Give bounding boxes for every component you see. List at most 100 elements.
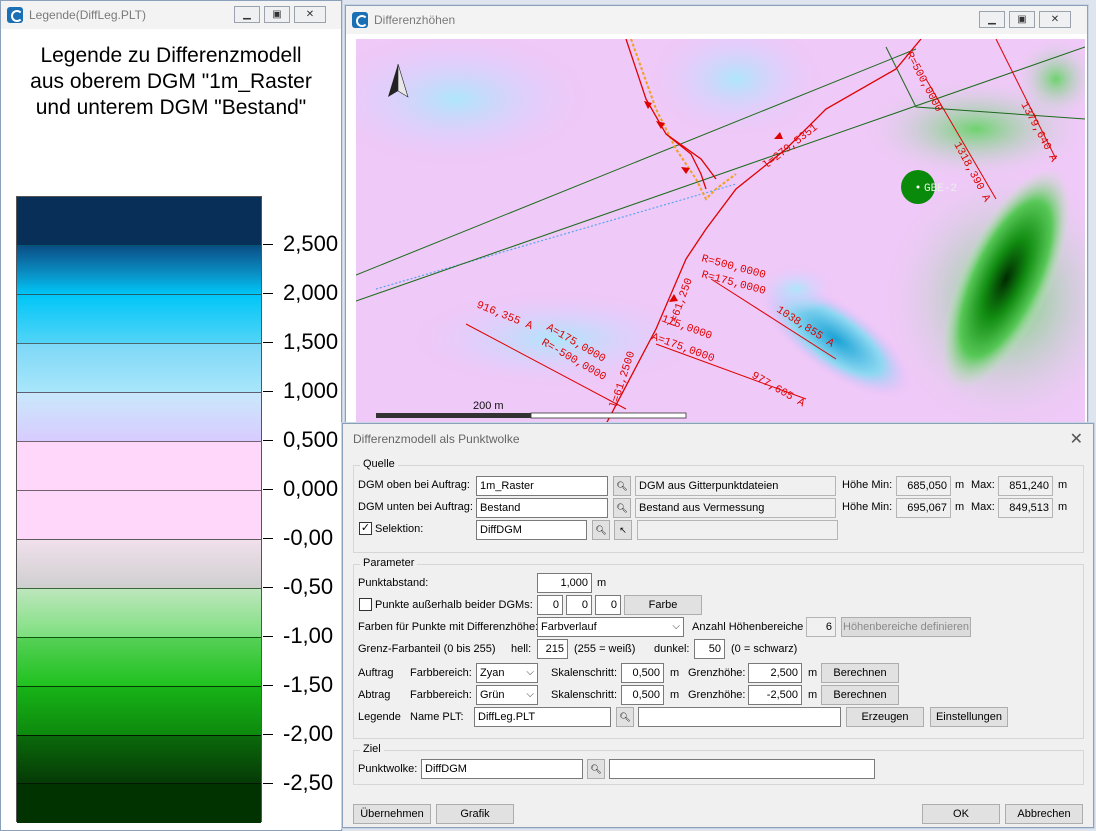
legend-tick <box>263 538 273 539</box>
farben-label: Farben für Punkte mit Differenzhöhe: <box>358 621 539 633</box>
quelle-label: Quelle <box>360 458 398 470</box>
quelle-group: Quelle DGM oben bei Auftrag: 1m_Raster 🔍… <box>353 458 1084 553</box>
auftrag-farbbereich-select[interactable]: Zyan ⌵ <box>476 663 538 683</box>
grafik-button[interactable]: Grafik <box>436 804 514 824</box>
legend-value-label: -1,50 <box>283 674 334 696</box>
abtrag-label: Abtrag <box>358 689 391 701</box>
search-icon[interactable]: 🔍︎ <box>616 707 634 727</box>
legend-titlebar[interactable]: Legende(DiffLeg.PLT) ▁ ▣ ✕ <box>1 1 341 29</box>
anzahl-field: 6 <box>806 617 836 637</box>
search-icon[interactable]: 🔍︎ <box>613 498 631 518</box>
close-icon[interactable]: ✕ <box>1039 11 1071 28</box>
color-b-input[interactable]: 0 <box>595 595 621 615</box>
unit-label: m <box>597 577 607 589</box>
name-plt-input[interactable]: DiffLeg.PLT <box>474 707 611 727</box>
legend-value-label: 0,500 <box>283 429 339 451</box>
uebernehmen-button[interactable]: Übernehmen <box>353 804 431 824</box>
legend-heading-line: und unterem DGM "Bestand" <box>35 96 307 119</box>
legende-extra-field[interactable] <box>638 707 841 727</box>
legend-tick <box>263 391 273 392</box>
map-canvas[interactable]: l=279,5351 1318,390 A 1379,640 A R=500,0… <box>356 39 1085 424</box>
hoehe-min-label: Höhe Min: <box>842 479 893 491</box>
dialog-title: Differenzmodell als Punktwolke <box>353 432 520 446</box>
ausserhalb-checkbox[interactable] <box>359 598 372 611</box>
erzeugen-button[interactable]: Erzeugen <box>846 707 924 727</box>
abtrag-berechnen-button[interactable]: Berechnen <box>821 685 899 705</box>
unit-label: m <box>808 689 818 701</box>
minimize-icon[interactable]: ▁ <box>234 6 260 23</box>
dgm-unten-label: DGM unten bei Auftrag: <box>358 501 473 513</box>
punktwolke-extra-field[interactable] <box>609 759 875 779</box>
legend-tick <box>263 293 273 294</box>
auftrag-label: Auftrag <box>358 667 394 679</box>
legend-tick <box>263 440 273 441</box>
farbe-button[interactable]: Farbe <box>624 595 702 615</box>
hell-label: hell: <box>511 643 532 655</box>
color-g-input[interactable]: 0 <box>566 595 592 615</box>
selektion-extra-field <box>637 520 838 540</box>
legend-window: Legende(DiffLeg.PLT) ▁ ▣ ✕ Legende zu Di… <box>0 0 342 831</box>
punktwolke-input[interactable]: DiffDGM <box>421 759 583 779</box>
hell-hint: (255 = weiß) <box>574 643 636 655</box>
legend-value-label: 1,000 <box>283 380 339 402</box>
auftrag-berechnen-button[interactable]: Berechnen <box>821 663 899 683</box>
selektion-checkbox[interactable]: ✓ <box>359 522 372 535</box>
search-icon[interactable]: 🔍︎ <box>592 520 610 540</box>
map-window-title: Differenzhöhen <box>374 13 456 27</box>
map-titlebar[interactable]: Differenzhöhen ▁ ▣ ✕ <box>346 6 1087 34</box>
dgm-unten-description: Bestand aus Vermessung <box>635 498 836 518</box>
farbbereich-label: Farbbereich: <box>410 689 472 701</box>
grenzhoehe-label: Grenzhöhe: <box>688 689 746 701</box>
legend-color-band <box>17 539 261 588</box>
abtrag-skalenschritt-input[interactable]: 0,500 <box>621 685 664 705</box>
maximize-icon[interactable]: ▣ <box>1009 11 1035 28</box>
farben-select[interactable]: Farbverlauf ⌵ <box>537 617 684 637</box>
close-icon[interactable]: ✕ <box>1070 429 1083 449</box>
dgm-unten-min: 695,067 <box>896 498 951 518</box>
maximize-icon[interactable]: ▣ <box>264 6 290 23</box>
farben-select-value: Farbverlauf <box>541 621 597 633</box>
cursor-icon[interactable]: ↖ <box>614 520 632 540</box>
legend-color-band <box>17 637 261 686</box>
legend-value-label: -2,50 <box>283 772 334 794</box>
unit-label: m <box>670 667 680 679</box>
close-icon[interactable]: ✕ <box>294 6 326 23</box>
legend-value-label: 2,500 <box>283 233 339 255</box>
abtrag-farbbereich-select[interactable]: Grün ⌵ <box>476 685 538 705</box>
abtrag-farbbereich-value: Grün <box>480 689 505 701</box>
dgm-oben-input[interactable]: 1m_Raster <box>476 476 608 496</box>
map-marker-label: GBE-2 <box>924 183 957 195</box>
dgm-unten-max: 849,513 <box>998 498 1053 518</box>
hoehenbereiche-definieren-button[interactable]: Höhenbereiche definieren <box>841 617 971 637</box>
abbrechen-button[interactable]: Abbrechen <box>1005 804 1083 824</box>
abtrag-grenzhoehe-input[interactable]: -2,500 <box>748 685 802 705</box>
dunkel-input[interactable]: 50 <box>694 639 725 659</box>
grenz-farbanteil-label: Grenz-Farbanteil (0 bis 255) <box>358 643 496 655</box>
app-icon <box>352 12 368 28</box>
search-icon[interactable]: 🔍︎ <box>613 476 631 496</box>
map-window: Differenzhöhen ▁ ▣ ✕ l=279,5351 1318,390… <box>345 5 1088 425</box>
auftrag-grenzhoehe-input[interactable]: 2,500 <box>748 663 802 683</box>
hell-input[interactable]: 215 <box>537 639 568 659</box>
color-r-input[interactable]: 0 <box>537 595 563 615</box>
punktabstand-input[interactable]: 1,000 <box>537 573 592 593</box>
search-icon[interactable]: 🔍︎ <box>587 759 605 779</box>
auftrag-skalenschritt-input[interactable]: 0,500 <box>621 663 664 683</box>
legend-value-label: 2,000 <box>283 282 339 304</box>
legend-heading-line: Legende zu Differenzmodell <box>40 44 302 67</box>
scale-bar <box>530 412 687 419</box>
map-marker-center <box>916 185 920 189</box>
selektion-input[interactable]: DiffDGM <box>476 520 587 540</box>
minimize-icon[interactable]: ▁ <box>979 11 1005 28</box>
parameter-group: Parameter Punktabstand: 1,000 m Punkte a… <box>353 557 1084 739</box>
einstellungen-button[interactable]: Einstellungen <box>930 707 1008 727</box>
dgm-oben-max: 851,240 <box>998 476 1053 496</box>
ok-button[interactable]: OK <box>922 804 1000 824</box>
legend-color-band <box>17 197 261 245</box>
app-icon <box>7 7 23 23</box>
dgm-unten-input[interactable]: Bestand <box>476 498 608 518</box>
legend-color-bar <box>16 196 262 823</box>
max-label: Max: <box>971 479 995 491</box>
legend-color-band <box>17 686 261 735</box>
unit-label: m <box>955 479 965 491</box>
